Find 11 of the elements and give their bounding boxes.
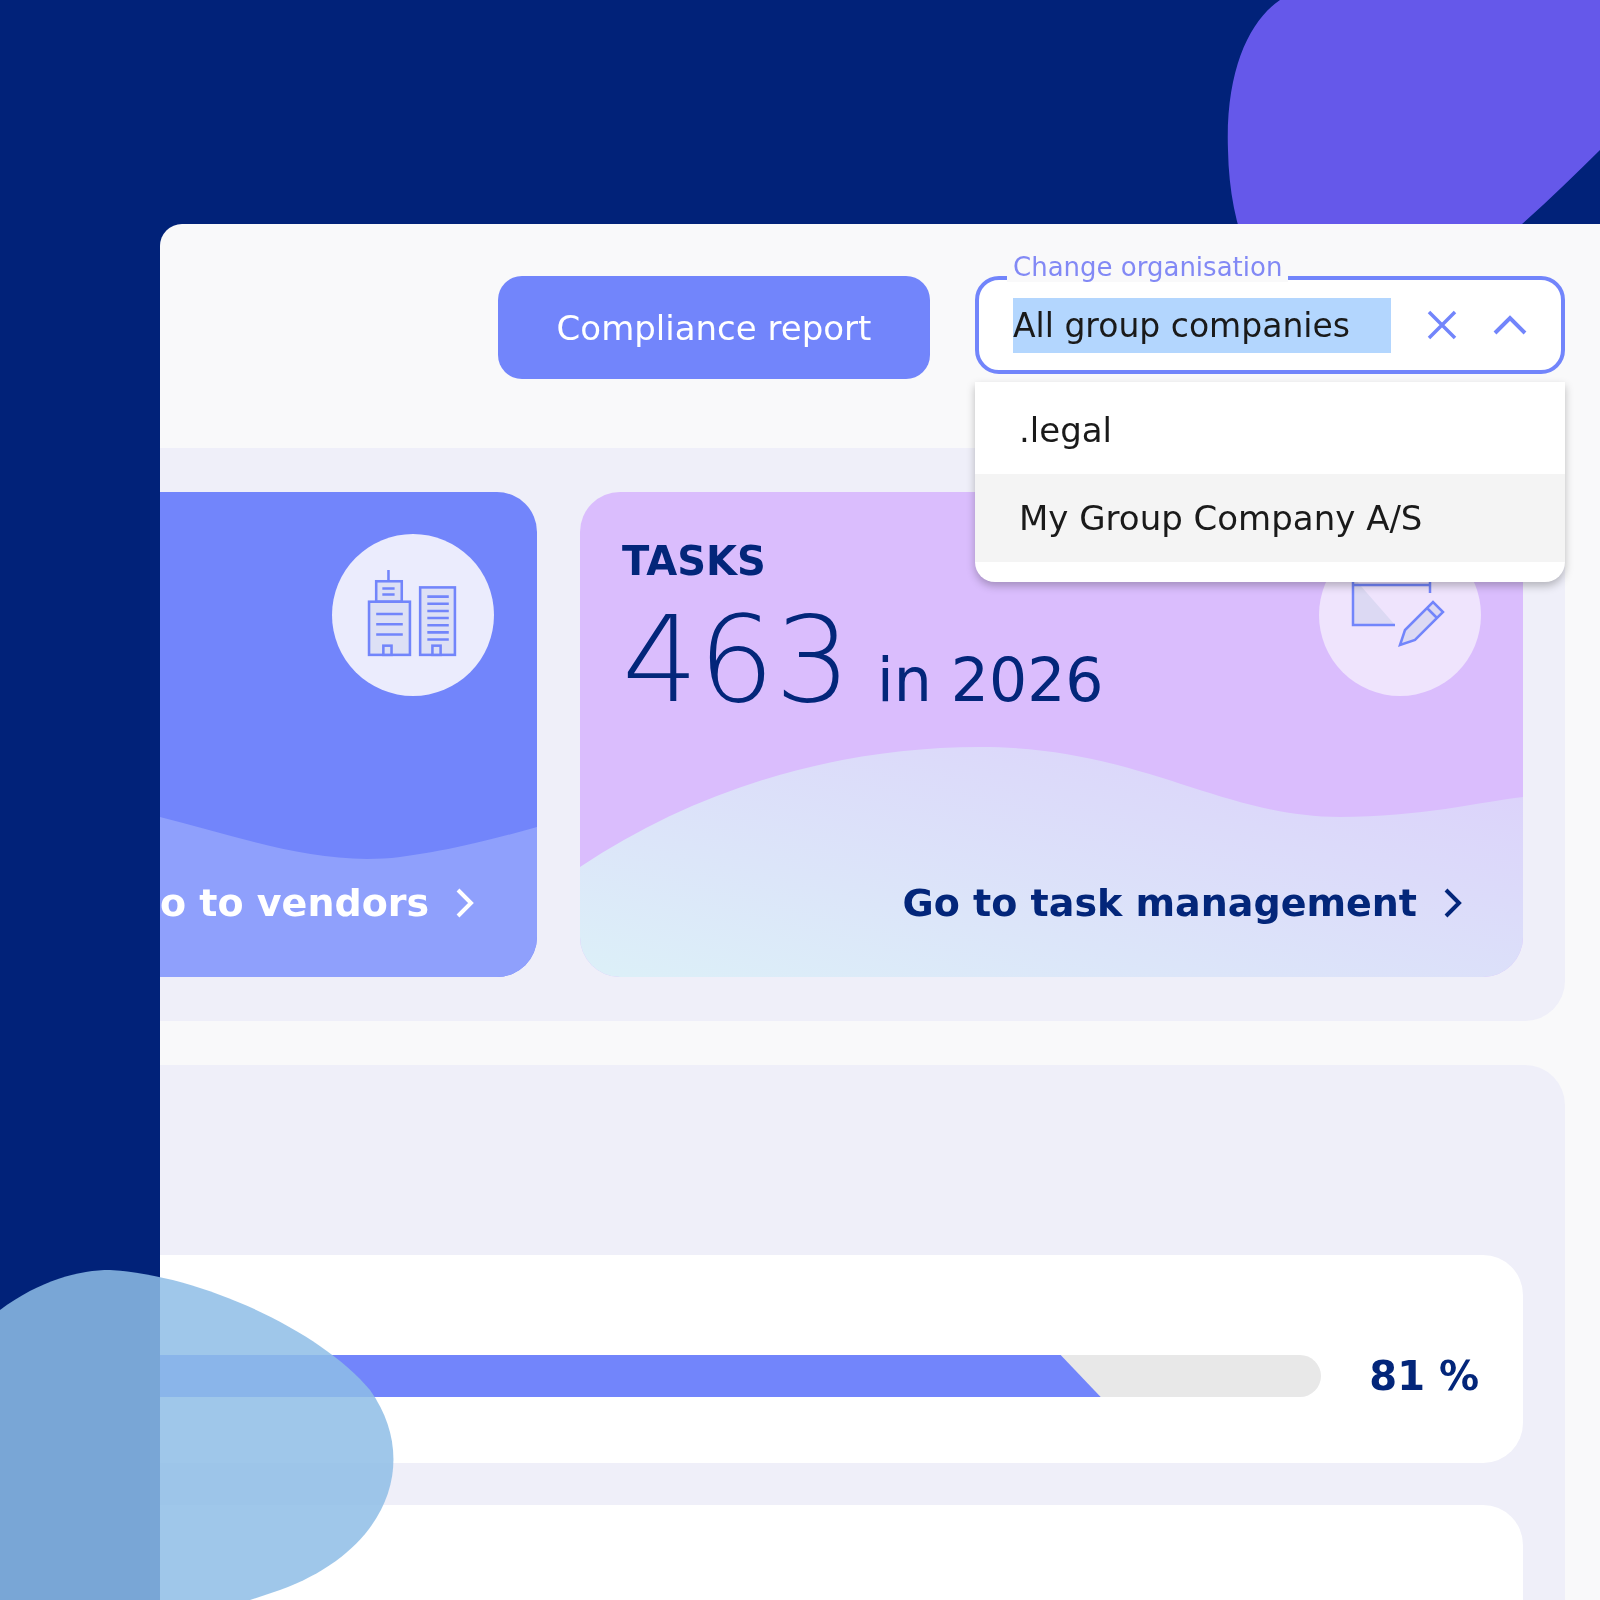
chevron-right-icon	[1443, 887, 1463, 919]
chevron-right-icon	[455, 887, 476, 919]
menu-option[interactable]: My Group Company A/S	[975, 474, 1565, 562]
task-management-link[interactable]: Go to task management	[902, 881, 1417, 925]
chevron-up-icon[interactable]	[1493, 315, 1527, 335]
card-title: TASKS	[622, 538, 766, 584]
period-label: in 2026	[877, 645, 1104, 715]
progress-percentage: 81 %	[1369, 1353, 1479, 1399]
task-count: 463	[622, 589, 852, 731]
close-icon[interactable]	[1427, 310, 1457, 340]
menu-option[interactable]: .legal	[975, 386, 1565, 474]
